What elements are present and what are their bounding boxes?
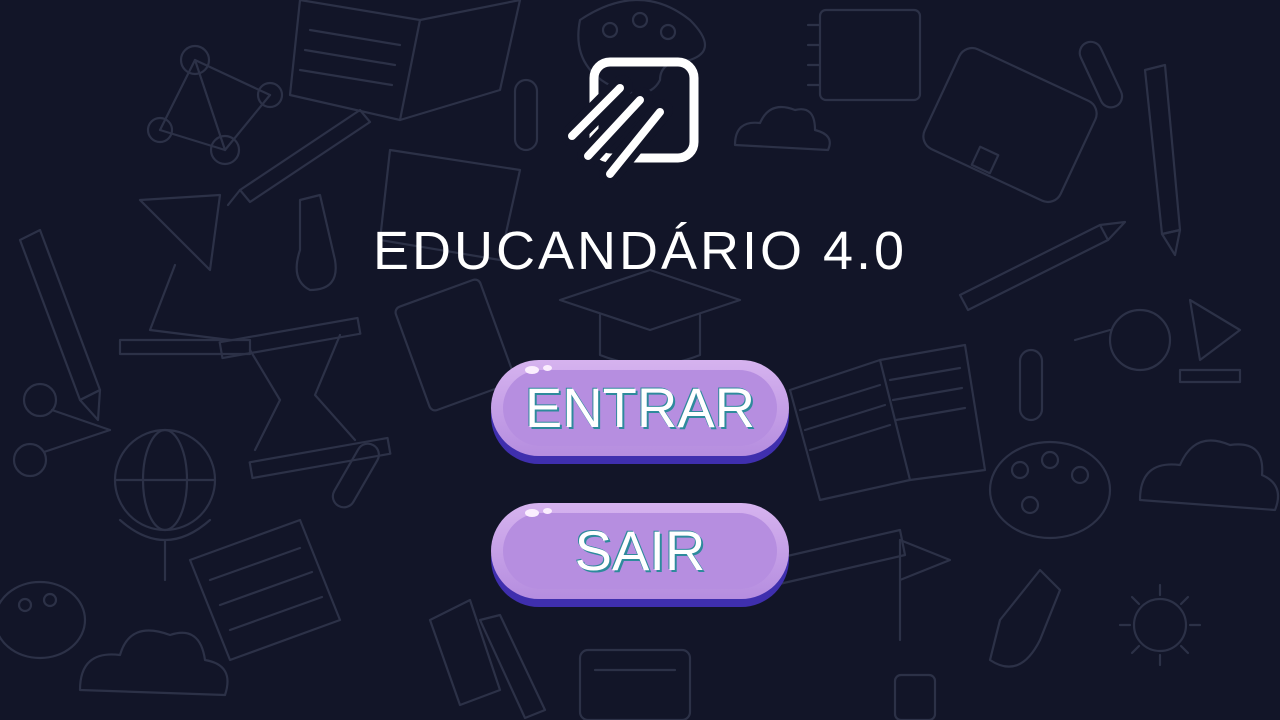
- book-stack-icon: [188, 518, 342, 662]
- game-title: EDUCANDÁRIO 4.0: [372, 221, 908, 281]
- flag-icon: [898, 538, 952, 642]
- bottle-icon: [893, 673, 937, 720]
- hourglass-icon: [218, 316, 392, 480]
- open-book-icon: [288, 0, 522, 122]
- palette-icon: [0, 580, 87, 660]
- exit-button[interactable]: SAIR: [491, 503, 789, 607]
- cup-icon: [428, 598, 502, 707]
- microscope-icon: [1073, 298, 1242, 384]
- title-screen: EDUCANDÁRIO 4.0 ENTRAR SAIR: [0, 0, 1280, 720]
- palette-icon: [988, 440, 1112, 540]
- notebook-icon: [806, 8, 922, 102]
- pen-icon: [226, 108, 372, 207]
- enter-button-label: ENTRAR: [524, 376, 756, 439]
- exit-button-label: SAIR: [574, 519, 706, 582]
- flask-icon: [988, 568, 1062, 668]
- sun-icon: [1118, 583, 1202, 667]
- calculator-icon: [578, 648, 692, 720]
- briefcase-icon: [922, 46, 1098, 204]
- pencil-icon: [478, 613, 547, 720]
- cloud-icon: [1138, 439, 1280, 512]
- open-book-icon: [788, 343, 987, 502]
- cloud-icon: [733, 105, 831, 152]
- hand-square-logo-icon: [562, 57, 699, 185]
- molecule-icon: [146, 44, 284, 166]
- scissors-icon: [12, 382, 112, 478]
- cloud-icon: [78, 629, 229, 697]
- enter-button[interactable]: ENTRAR: [491, 360, 789, 464]
- ruler-icon: [768, 528, 907, 587]
- graduation-cap-icon: [558, 268, 742, 367]
